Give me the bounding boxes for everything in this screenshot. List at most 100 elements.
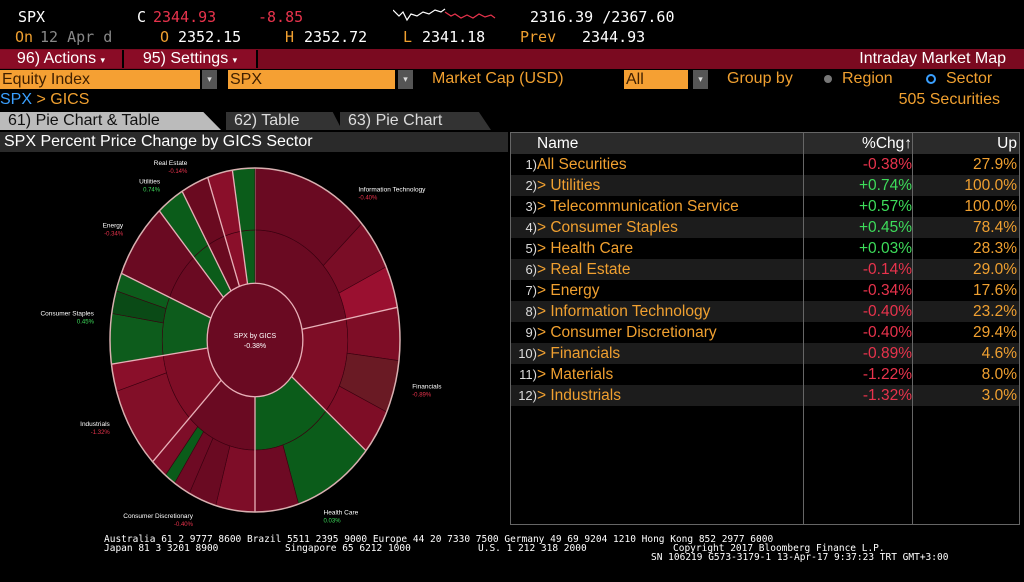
table-row[interactable]: 7)> Energy -0.34% 17.6% — [511, 280, 1019, 301]
row-up: 27.9% — [973, 156, 1017, 173]
slice-label: Financials — [412, 383, 442, 390]
chevron-down-icon[interactable]: ▾ — [202, 70, 217, 89]
row-chg: +0.74% — [858, 177, 912, 194]
sunburst-chart: Information Technology -0.40% Financials -0… — [40, 160, 442, 527]
row-up: 8.0% — [981, 366, 1017, 383]
header-up[interactable]: Up — [913, 133, 1017, 154]
breadcrumb-root[interactable]: SPX — [0, 91, 32, 108]
row-up: 17.6% — [973, 282, 1017, 299]
row-up: 28.3% — [973, 240, 1017, 257]
row-number: 11) — [519, 367, 537, 382]
row-chg: -0.38% — [862, 156, 912, 173]
chevron-down-icon[interactable]: ▾ — [693, 70, 708, 89]
row-name[interactable]: 7)> Energy — [515, 280, 800, 301]
row-name[interactable]: 3)> Telecommunication Service — [515, 196, 800, 217]
row-number: 1) — [525, 157, 537, 172]
market-cap-dropdown[interactable]: All — [624, 70, 688, 89]
table-header: Name %Chg↑ Up — [511, 133, 1019, 154]
row-name[interactable]: 12)> Industrials — [515, 385, 800, 406]
securities-count: 505 Securities — [898, 91, 1000, 108]
row-chg: -0.89% — [862, 345, 912, 362]
slice-label: Utilities — [139, 179, 161, 186]
slice-value: -0.34% — [104, 231, 124, 237]
row-up: 100.0% — [964, 177, 1017, 194]
table-row[interactable]: 2)> Utilities +0.74% 100.0% — [511, 175, 1019, 196]
session-info: SN 106219 G573-3179-1 13-Apr-17 9:37:23 … — [651, 552, 949, 563]
sector-radio[interactable] — [926, 74, 936, 84]
open-label: O — [160, 28, 170, 46]
slice-label: Consumer Discretionary — [123, 513, 193, 520]
row-name[interactable]: 6)> Real Estate — [515, 259, 800, 280]
header-name[interactable]: Name — [537, 133, 822, 154]
tab-pie-chart-table[interactable]: 61) Pie Chart & Table — [0, 112, 221, 130]
table-row[interactable]: 1)All Securities -0.38% 27.9% — [511, 154, 1019, 175]
row-name[interactable]: 1)All Securities — [515, 154, 800, 175]
slice-value: -0.14% — [168, 169, 188, 175]
row-number: 12) — [518, 388, 537, 403]
row-name[interactable]: 9)> Consumer Discretionary — [515, 322, 800, 343]
row-chg: +0.45% — [858, 219, 912, 236]
row-number: 3) — [525, 199, 537, 214]
table-row[interactable]: 11)> Materials -1.22% 8.0% — [511, 364, 1019, 385]
tab-table[interactable]: 62) Table — [226, 112, 342, 130]
table-row[interactable]: 6)> Real Estate -0.14% 29.0% — [511, 259, 1019, 280]
prev-price: 2344.93 — [582, 28, 646, 46]
slice-label: Energy — [103, 222, 124, 229]
row-up: 3.0% — [981, 387, 1017, 404]
slice-value: 0.74% — [143, 188, 161, 194]
actions-button[interactable]: 96) Actions ▾ — [0, 50, 124, 68]
table-row[interactable]: 5)> Health Care +0.03% 28.3% — [511, 238, 1019, 259]
tab-pie-chart[interactable]: 63) Pie Chart — [340, 112, 491, 130]
row-up: 100.0% — [964, 198, 1017, 215]
row-name[interactable]: 11)> Materials — [515, 364, 800, 385]
row-chg: -0.40% — [862, 303, 912, 320]
row-chg: -0.40% — [862, 324, 912, 341]
slice-value: 0.45% — [77, 319, 95, 325]
row-up: 23.2% — [973, 303, 1017, 320]
region-label[interactable]: Region — [842, 70, 893, 88]
column-divider — [912, 133, 913, 524]
sector-label[interactable]: Sector — [946, 70, 992, 88]
slice-value: -0.40% — [358, 195, 378, 201]
settings-button[interactable]: 95) Settings ▾ — [124, 50, 258, 68]
slice-value: -1.32% — [91, 430, 111, 436]
chevron-down-icon[interactable]: ▾ — [398, 70, 413, 89]
asset-type-dropdown[interactable]: Equity Index — [0, 70, 200, 89]
footer-singapore: Singapore 65 6212 1000 — [285, 543, 411, 554]
row-number: 8) — [525, 304, 537, 319]
table-row[interactable]: 4)> Consumer Staples +0.45% 78.4% — [511, 217, 1019, 238]
center-label: SPX by GICS — [234, 333, 277, 340]
slice-label: Health Care — [324, 510, 359, 517]
high-label: H — [285, 28, 295, 46]
table-row[interactable]: 12)> Industrials -1.32% 3.0% — [511, 385, 1019, 406]
slice-value: -0.89% — [412, 392, 432, 398]
table-row[interactable]: 10)> Financials -0.89% 4.6% — [511, 343, 1019, 364]
row-number: 10) — [518, 346, 537, 361]
row-name[interactable]: 2)> Utilities — [515, 175, 800, 196]
row-name[interactable]: 5)> Health Care — [515, 238, 800, 259]
screen-title: Intraday Market Map — [859, 50, 1006, 67]
row-up: 29.0% — [973, 261, 1017, 278]
center-circle[interactable] — [206, 282, 304, 398]
region-radio[interactable] — [824, 75, 832, 83]
ticker: SPX — [18, 8, 46, 26]
table-row[interactable]: 8)> Information Technology -0.40% 23.2% — [511, 301, 1019, 322]
market-cap-label: Market Cap (USD) — [432, 70, 564, 87]
row-name[interactable]: 10)> Financials — [515, 343, 800, 364]
footer-us: U.S. 1 212 318 2000 — [478, 543, 587, 554]
row-chg: +0.03% — [858, 240, 912, 257]
table-row[interactable]: 9)> Consumer Discretionary -0.40% 29.4% — [511, 322, 1019, 343]
on-label: On — [15, 28, 34, 46]
header-chg[interactable]: %Chg↑ — [804, 133, 912, 154]
prev-label: Prev — [520, 28, 557, 46]
breadcrumb-current: GICS — [50, 91, 90, 108]
row-number: 4) — [525, 220, 537, 235]
net-change: -8.85 — [258, 8, 304, 26]
row-up: 29.4% — [973, 324, 1017, 341]
row-name[interactable]: 4)> Consumer Staples — [515, 217, 800, 238]
row-chg: -0.34% — [862, 282, 912, 299]
index-dropdown[interactable]: SPX — [228, 70, 395, 89]
center-value: -0.38% — [244, 343, 266, 350]
row-name[interactable]: 8)> Information Technology — [515, 301, 800, 322]
table-row[interactable]: 3)> Telecommunication Service +0.57% 100.0… — [511, 196, 1019, 217]
